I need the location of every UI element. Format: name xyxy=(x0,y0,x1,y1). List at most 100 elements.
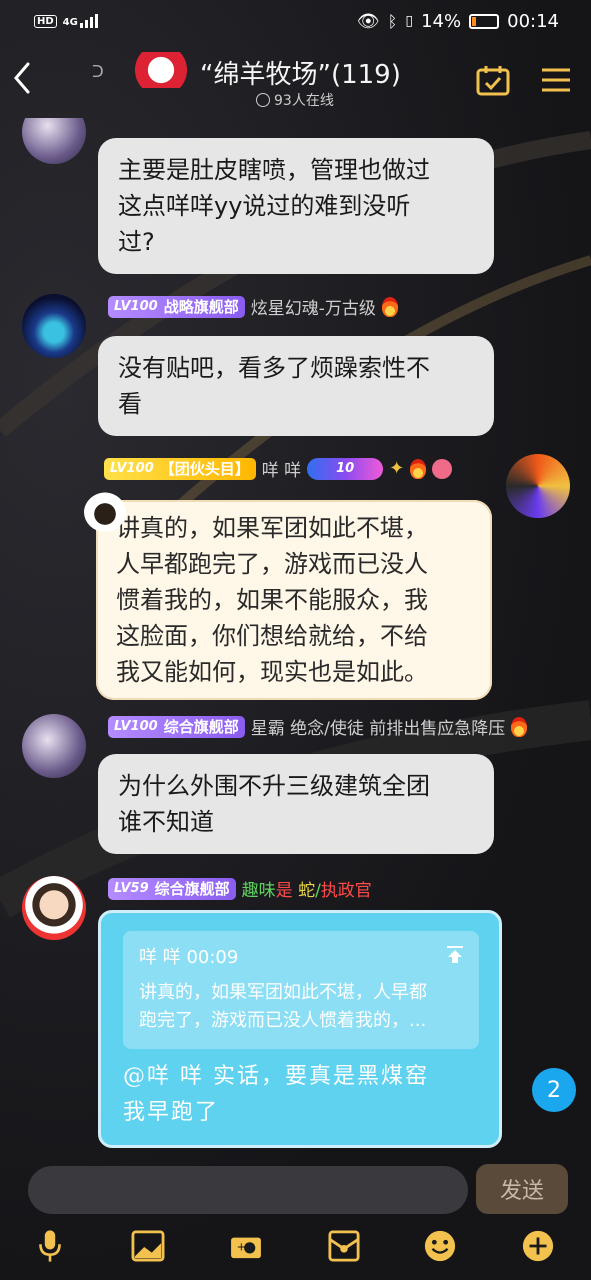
name-part: 执政官 xyxy=(320,881,372,901)
message-line: 过? xyxy=(118,228,155,256)
online-icon xyxy=(256,93,270,107)
level-badge: LV100 综合旗舰部 xyxy=(108,715,245,738)
message-input[interactable] xyxy=(28,1166,468,1214)
message-line: 为什么外围不升三级建筑全团 xyxy=(118,772,430,800)
sender-name[interactable]: 星霸 绝念/使徒 前排出售应急降压 xyxy=(251,714,506,739)
menu-icon[interactable] xyxy=(540,66,572,94)
rank-tag: 综合旗舰部 xyxy=(154,880,230,898)
vibrate-icon: ▯ xyxy=(405,13,414,29)
earpiece-icon[interactable]: ᑐ xyxy=(92,62,110,82)
medal-badge: 10 xyxy=(307,457,384,480)
reply-bubble[interactable]: 咩 咩 00:09 讲真的，如果军团如此不堪，人早都 跑完了，游戏而已没人惯着我… xyxy=(98,910,502,1148)
rank-tag: 【团伙头目】 xyxy=(159,460,250,478)
level-text: LV100 xyxy=(114,299,158,314)
medal-number: 10 xyxy=(336,461,355,476)
level-badge: LV100 【团伙头目】 xyxy=(104,457,256,480)
level-text: LV100 xyxy=(114,719,158,734)
message-line: 谁不知道 xyxy=(118,808,214,836)
jump-up-icon[interactable] xyxy=(445,945,465,965)
image-icon xyxy=(131,1230,165,1262)
chat-header: ᑐ “绵羊牧场”(119) 93人在线 xyxy=(0,42,591,118)
group-avatar[interactable] xyxy=(122,52,200,88)
message-bubble[interactable]: 为什么外围不升三级建筑全团 谁不知道 xyxy=(98,754,494,854)
sender-meta: LV100 战略旗舰部 炫星幻魂-万古级 xyxy=(108,294,398,319)
reply-text: @咩 咩 实话，要真是黑煤窑 我早跑了 xyxy=(123,1059,483,1131)
rank-tag: 综合旗舰部 xyxy=(163,718,239,736)
message-line: 看 xyxy=(118,390,142,418)
plus-circle-icon xyxy=(522,1230,554,1262)
reply-line: @咩 咩 实话，要真是黑煤窑 xyxy=(123,1064,429,1089)
fire-icon xyxy=(511,716,528,737)
reply-line: 我早跑了 xyxy=(123,1100,220,1125)
star-icon: ✦ xyxy=(389,458,405,479)
voice-button[interactable] xyxy=(30,1226,70,1266)
message-line: 这点咩咩yy说过的难到没听 xyxy=(118,192,411,220)
message-bubble[interactable]: 没有贴吧，看多了烦躁索性不 看 xyxy=(98,336,494,436)
message-line: 我又能如何，现实也是如此。 xyxy=(116,658,428,686)
quoted-text: 讲真的，如果军团如此不堪，人早都 跑完了，游戏而已没人惯着我的，... xyxy=(139,979,463,1035)
image-button[interactable] xyxy=(128,1226,168,1266)
eye-icon: 👁 xyxy=(356,10,380,32)
message-line: 没有贴吧，看多了烦躁索性不 xyxy=(118,354,430,382)
quoted-message[interactable]: 咩 咩 00:09 讲真的，如果军团如此不堪，人早都 跑完了，游戏而已没人惯着我… xyxy=(123,931,479,1049)
signal-icon: 4G xyxy=(63,14,98,28)
smile-icon xyxy=(424,1230,456,1262)
avatar[interactable] xyxy=(22,714,86,778)
sender-name[interactable]: 炫星幻魂-万古级 xyxy=(251,294,376,319)
unread-count-badge[interactable]: 2 xyxy=(532,1068,576,1112)
online-count: 93人在线 xyxy=(256,90,334,110)
level-text: LV59 xyxy=(114,881,149,896)
status-bar: HD 4G 👁 ᛒ ▯ 14% 00:14 xyxy=(0,0,591,42)
name-part: 趣味 xyxy=(241,881,276,901)
message-line: 主要是肚皮瞎喷，管理也做过 xyxy=(118,156,430,184)
camera-button[interactable]: + xyxy=(226,1226,266,1266)
red-packet-icon xyxy=(328,1230,360,1262)
level-badge: LV59 综合旗舰部 xyxy=(108,877,236,900)
bluetooth-icon: ᛒ xyxy=(387,11,398,31)
battery-icon xyxy=(469,13,500,29)
input-bar: 发送 + xyxy=(0,1158,591,1280)
message-line: 这脸面，你们想给就给，不给 xyxy=(116,622,428,650)
online-text: 93人在线 xyxy=(274,93,334,109)
smile-badge-icon xyxy=(432,458,453,479)
quoted-line: 跑完了，游戏而已没人惯着我的，... xyxy=(139,1010,427,1031)
sender-name[interactable]: 咩 咩 xyxy=(262,456,301,481)
level-text: LV100 xyxy=(110,461,154,476)
rank-tag: 战略旗舰部 xyxy=(163,298,239,316)
back-icon[interactable] xyxy=(8,60,36,96)
avatar[interactable] xyxy=(506,454,570,518)
hd-badge: HD xyxy=(34,14,57,28)
red-packet-button[interactable] xyxy=(324,1226,364,1266)
quoted-sender: 咩 咩 00:09 xyxy=(139,947,239,968)
avatar[interactable] xyxy=(22,118,86,164)
name-part: 是 xyxy=(275,881,293,901)
network-type: 4G xyxy=(62,17,78,28)
microphone-icon xyxy=(39,1230,61,1262)
fire-icon xyxy=(381,296,398,317)
calendar-check-icon[interactable] xyxy=(476,64,510,96)
sheep-decoration xyxy=(84,492,126,532)
message-list[interactable]: 主要是肚皮瞎喷，管理也做过 这点咩咩yy说过的难到没听 过? LV100 战略旗… xyxy=(0,118,591,1158)
name-part: 蛇 xyxy=(292,881,316,901)
avatar[interactable] xyxy=(22,876,86,940)
camera-icon: + xyxy=(231,1237,261,1259)
message-bubble[interactable]: 主要是肚皮瞎喷，管理也做过 这点咩咩yy说过的难到没听 过? xyxy=(98,138,494,274)
message-line: 讲真的，如果军团如此不堪， xyxy=(116,514,428,542)
avatar[interactable] xyxy=(22,294,86,358)
message-line: 人早都跑完了，游戏而已没人 xyxy=(116,550,428,578)
fire-icon xyxy=(410,458,427,479)
svg-text:+: + xyxy=(237,1241,246,1254)
sender-meta: LV100 【团伙头目】 咩 咩 10 ✦ xyxy=(104,456,453,481)
quoted-line: 讲真的，如果军团如此不堪，人早都 xyxy=(139,982,427,1003)
clock: 00:14 xyxy=(507,10,559,32)
sender-name[interactable]: 趣味是 蛇/执政官 xyxy=(242,876,372,901)
battery-percent: 14% xyxy=(421,10,462,32)
message-line: 惯着我的，如果不能服众，我 xyxy=(116,586,428,614)
group-title[interactable]: “绵羊牧场”(119) xyxy=(200,54,401,91)
sender-meta: LV59 综合旗舰部 趣味是 蛇/执政官 xyxy=(108,876,372,901)
level-badge: LV100 战略旗舰部 xyxy=(108,295,245,318)
emoji-button[interactable] xyxy=(420,1226,460,1266)
more-button[interactable] xyxy=(518,1226,558,1266)
send-button[interactable]: 发送 xyxy=(476,1164,568,1214)
message-bubble[interactable]: 讲真的，如果军团如此不堪， 人早都跑完了，游戏而已没人 惯着我的，如果不能服众，… xyxy=(96,500,492,700)
